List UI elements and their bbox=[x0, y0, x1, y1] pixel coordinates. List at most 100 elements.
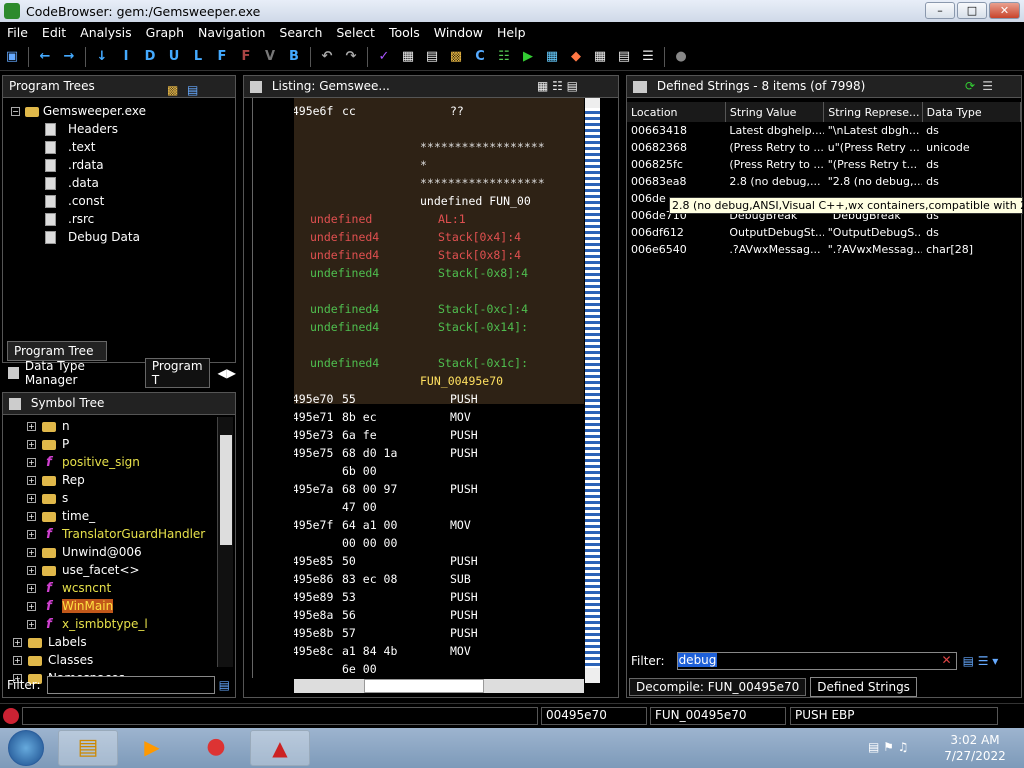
start-button[interactable] bbox=[8, 730, 44, 766]
expand-icon[interactable]: + bbox=[27, 512, 36, 521]
program-tree-item[interactable]: .data bbox=[11, 174, 235, 192]
listing-line[interactable]: undefined4 Stack[-0xc]:4 bbox=[294, 300, 584, 318]
filter-settings-icon[interactable]: ▤ ☰ ▾ bbox=[963, 654, 999, 668]
clear-filter-icon[interactable]: ✕ bbox=[942, 653, 952, 667]
menu-analysis[interactable]: Analysis bbox=[73, 22, 139, 43]
listing-line[interactable]: 00495e86 83 ec 08 SUB bbox=[294, 570, 584, 588]
menu-select[interactable]: Select bbox=[329, 22, 382, 43]
symbol-tree-item[interactable]: + f TranslatorGuardHandler bbox=[13, 525, 235, 543]
column-header-1[interactable]: String Value bbox=[725, 102, 825, 122]
program-tree-item[interactable]: .rdata bbox=[11, 156, 235, 174]
listing-line[interactable]: 00495e8b 57 PUSH bbox=[294, 624, 584, 642]
symbol-tree-item[interactable]: + f x_ismbbtype_l bbox=[13, 615, 235, 633]
listing-line[interactable] bbox=[294, 120, 584, 138]
symbol-tree-item[interactable]: + n bbox=[13, 417, 235, 435]
symbol-tree-item[interactable]: + Unwind@006 bbox=[13, 543, 235, 561]
listing-line[interactable]: ****************** bbox=[294, 174, 584, 192]
menu-graph[interactable]: Graph bbox=[139, 22, 191, 43]
menu-help[interactable]: Help bbox=[490, 22, 533, 43]
listing-line[interactable] bbox=[294, 282, 584, 300]
function-icon[interactable]: F bbox=[212, 47, 232, 67]
expand-icon[interactable]: + bbox=[27, 584, 36, 593]
column-header-3[interactable]: Data Type bbox=[922, 102, 1022, 122]
symbol-tree-item[interactable]: + use_facet<> bbox=[13, 561, 235, 579]
listing-line[interactable]: 00495e8a 56 PUSH bbox=[294, 606, 584, 624]
data-icon[interactable]: D bbox=[140, 47, 160, 67]
scroll-thumb[interactable] bbox=[220, 435, 232, 545]
symbol-tree-item[interactable]: + Rep bbox=[13, 471, 235, 489]
listing-line[interactable]: 6b 00 bbox=[294, 462, 584, 480]
explorer-taskbar-icon[interactable]: ▤ bbox=[58, 730, 118, 766]
column-header-2[interactable]: String Represe... bbox=[823, 102, 923, 122]
undo-icon[interactable]: ↶ bbox=[317, 47, 337, 67]
expand-icon[interactable]: + bbox=[27, 476, 36, 485]
symbol-tree-root[interactable]: + Classes bbox=[13, 651, 235, 669]
symbol-tree-item[interactable]: + s bbox=[13, 489, 235, 507]
save-icon[interactable]: ▣ bbox=[2, 47, 22, 67]
listing-line[interactable]: FUN_00495e70 bbox=[294, 372, 584, 390]
table-icon[interactable]: ▦ bbox=[590, 47, 610, 67]
listing-line[interactable]: 00495e70 55 PUSH bbox=[294, 390, 584, 408]
undefined-icon[interactable]: U bbox=[164, 47, 184, 67]
program-icon[interactable]: ▦ bbox=[398, 47, 418, 67]
diamond-icon[interactable]: ◆ bbox=[566, 47, 586, 67]
tab-program-tree-2[interactable]: Program T bbox=[144, 358, 210, 388]
label-icon[interactable]: L bbox=[188, 47, 208, 67]
chat-icon[interactable]: ● bbox=[671, 47, 691, 67]
menu-tools[interactable]: Tools bbox=[382, 22, 427, 43]
grid-icon[interactable]: ▦ bbox=[542, 47, 562, 67]
symbol-tree-item[interactable]: + f WinMain bbox=[13, 597, 235, 615]
strings-row[interactable]: 00663418 Latest dbghelp.... "\nLatest dbgh… bbox=[627, 122, 1021, 139]
filter-options-icon[interactable]: ▤ bbox=[219, 678, 230, 692]
instruction-icon[interactable]: I bbox=[116, 47, 136, 67]
listing-line[interactable]: 00495e7f 64 a1 00 MOV bbox=[294, 516, 584, 534]
program-tree-item[interactable]: .rsrc bbox=[11, 210, 235, 228]
menu-edit[interactable]: Edit bbox=[35, 22, 73, 43]
close-button[interactable]: ✕ bbox=[989, 2, 1020, 19]
listing-line[interactable]: undefined4 Stack[0x8]:4 bbox=[294, 246, 584, 264]
symbol-tree-item[interactable]: + f positive_sign bbox=[13, 453, 235, 471]
listing-line[interactable]: 00495e89 53 PUSH bbox=[294, 588, 584, 606]
menu-window[interactable]: Window bbox=[427, 22, 490, 43]
program-tree-item[interactable]: .const bbox=[11, 192, 235, 210]
listing-line[interactable]: 00495e7a 68 00 97 PUSH bbox=[294, 480, 584, 498]
listing-line[interactable]: 00495e6f cc?? bbox=[294, 102, 584, 120]
run-icon[interactable]: ▶ bbox=[518, 47, 538, 67]
symbol-tree-item[interactable]: + P bbox=[13, 435, 235, 453]
program-tree-item[interactable]: .text bbox=[11, 138, 235, 156]
listing-line[interactable]: undefined4 Stack[-0x1c]: bbox=[294, 354, 584, 372]
refresh-icon[interactable]: ⟳ bbox=[965, 76, 975, 97]
expand-icon[interactable]: + bbox=[27, 602, 36, 611]
tree-icon[interactable]: ☷ bbox=[494, 47, 514, 67]
expand-icon[interactable]: + bbox=[27, 620, 36, 629]
expand-icon[interactable]: + bbox=[27, 548, 36, 557]
listing-line[interactable]: undefined AL:1 bbox=[294, 210, 584, 228]
media-player-taskbar-icon[interactable]: ▶ bbox=[122, 730, 182, 766]
clock[interactable]: 3:02 AM 7/27/2022 bbox=[935, 732, 1015, 764]
bookmark-icon[interactable]: B bbox=[284, 47, 304, 67]
listing-line[interactable]: 47 00 bbox=[294, 498, 584, 516]
expand-icon[interactable]: + bbox=[13, 638, 22, 647]
listing-line[interactable]: undefined4 Stack[-0x8]:4 bbox=[294, 264, 584, 282]
symbol-tree-item[interactable]: + time_ bbox=[13, 507, 235, 525]
expand-icon[interactable]: + bbox=[27, 566, 36, 575]
symbol-tree-item[interactable]: + f wcsncnt bbox=[13, 579, 235, 597]
symbol-tree-scrollbar[interactable] bbox=[217, 417, 233, 667]
program-root[interactable]: Gemsweeper.exe bbox=[43, 104, 146, 118]
listing-line[interactable]: * bbox=[294, 156, 584, 174]
program-tree-item[interactable]: Headers bbox=[11, 120, 235, 138]
window-icon[interactable]: ▤ bbox=[614, 47, 634, 67]
listing-line[interactable]: 00495e75 68 d0 1a PUSH bbox=[294, 444, 584, 462]
strings-row[interactable]: 00682368 (Press Retry to ... u"(Press Retr… bbox=[627, 139, 1021, 156]
snapshot-icon[interactable]: ▦ ☷ ▤ bbox=[537, 76, 578, 97]
expand-icon[interactable]: + bbox=[27, 422, 36, 431]
ghidra-taskbar-icon[interactable]: ▲ bbox=[250, 730, 310, 766]
maximize-button[interactable]: □ bbox=[957, 2, 987, 19]
strings-filter-input[interactable]: debug ✕ bbox=[676, 652, 957, 670]
open-folder-icon[interactable]: ▩ bbox=[446, 47, 466, 67]
bytes-icon[interactable]: ▤ bbox=[422, 47, 442, 67]
listing-line[interactable]: 00 00 00 bbox=[294, 534, 584, 552]
forward-icon[interactable]: → bbox=[59, 47, 79, 67]
strings-row[interactable]: 00683ea8 2.8 (no debug,... "2.8 (no debug,… bbox=[627, 173, 1021, 190]
expand-icon[interactable]: + bbox=[27, 458, 36, 467]
